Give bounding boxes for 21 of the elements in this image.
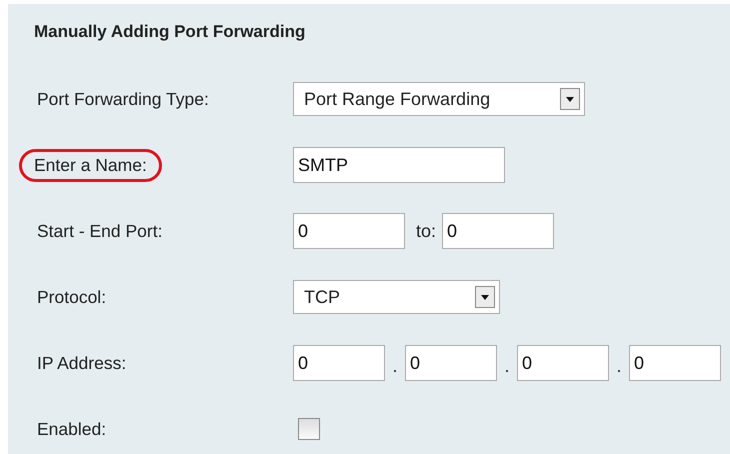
field-label: IP Address: xyxy=(36,352,128,374)
section-title: Manually Adding Port Forwarding xyxy=(34,21,306,43)
ip-octet-input[interactable]: 0 xyxy=(629,345,721,381)
dropdown[interactable]: Port Range Forwarding xyxy=(293,82,585,116)
field-label: Enabled: xyxy=(36,418,108,440)
ip-octet-input[interactable]: 0 xyxy=(517,345,609,381)
enabled-checkbox[interactable] xyxy=(298,418,320,440)
field-label: Port Forwarding Type: xyxy=(36,88,210,111)
field-label: Protocol: xyxy=(36,286,108,308)
ip-octet-input[interactable]: 0 xyxy=(293,345,385,381)
field-label: Start - End Port: xyxy=(36,220,164,242)
dropdown[interactable]: TCP xyxy=(293,280,500,314)
start-port-input[interactable]: 0 xyxy=(293,213,405,249)
dot-separator: . xyxy=(503,356,510,378)
end-port-input[interactable]: 0 xyxy=(442,213,554,249)
to-label: to: xyxy=(416,220,436,242)
dot-separator: . xyxy=(391,356,398,378)
field-label: Enter a Name: xyxy=(19,148,162,182)
name-input[interactable]: SMTP xyxy=(293,147,505,183)
dot-separator: . xyxy=(615,356,622,378)
ip-octet-input[interactable]: 0 xyxy=(405,345,497,381)
